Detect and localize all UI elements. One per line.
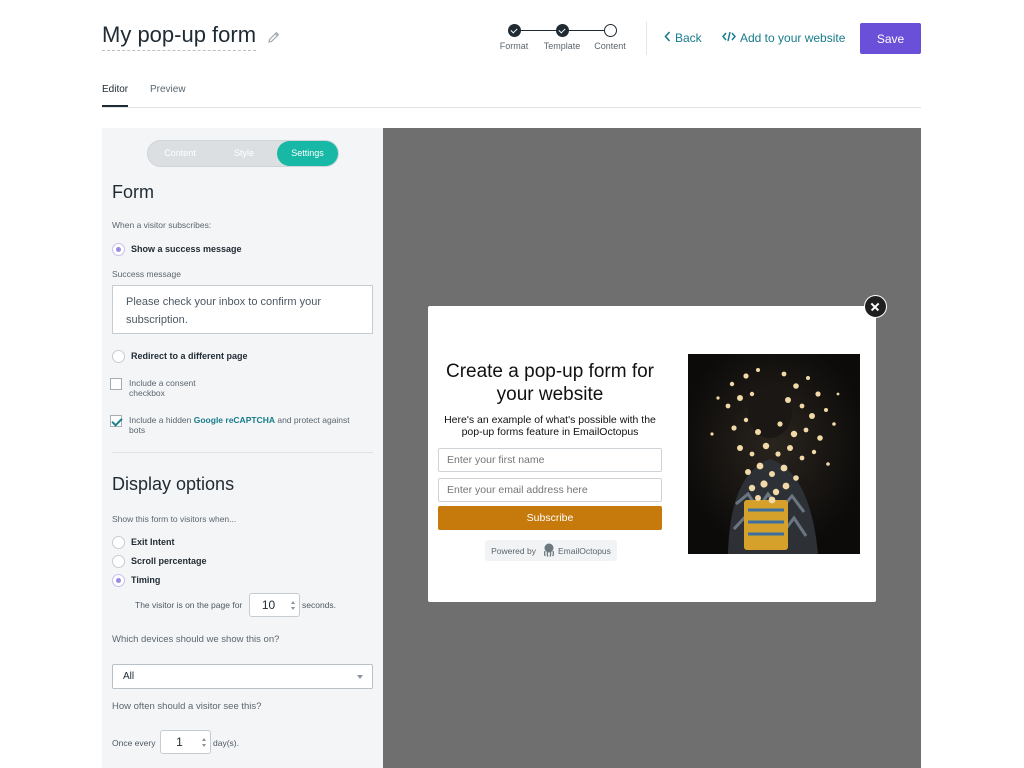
tab-preview[interactable]: Preview (150, 84, 186, 107)
step-connector (567, 30, 609, 31)
consent-label: Include a consent checkbox (129, 378, 196, 398)
title-wrap: My pop-up form (102, 21, 280, 51)
segment-content[interactable]: Content (148, 141, 212, 166)
check-icon (555, 24, 569, 37)
consent-checkbox-row[interactable]: Include a consent checkbox (110, 378, 219, 398)
stepper-value: 10 (261, 598, 276, 612)
radio-exit-intent[interactable]: Exit Intent (112, 536, 175, 549)
tab-editor[interactable]: Editor (102, 84, 129, 107)
devices-select-value: All (123, 671, 135, 682)
timing-suffix: seconds. (302, 600, 337, 610)
popup-subtitle: Here's an example of what's possible wit… (444, 414, 656, 438)
once-every-suffix: day(s). (213, 738, 239, 748)
radio-label: Exit Intent (131, 537, 175, 547)
circle-icon (603, 24, 617, 37)
radio-show-success[interactable]: Show a success message (112, 243, 242, 256)
editor-tabs: Editor Preview (102, 84, 921, 108)
recaptcha-label: Include a hidden Google reCAPTCHA and pr… (129, 415, 359, 435)
save-button[interactable]: Save (860, 23, 921, 54)
step-label: Template (543, 41, 581, 51)
recaptcha-checkbox[interactable] (110, 415, 122, 427)
radio-label: Scroll percentage (131, 556, 207, 566)
progress-stepper: Format Template Content (498, 24, 630, 56)
back-label: Back (675, 31, 702, 45)
popup-form: Create a pop-up form for your website He… (428, 306, 876, 602)
section-divider (112, 452, 373, 453)
success-message-label: Success message (112, 269, 181, 279)
step-label: Format (499, 41, 529, 51)
radio-redirect[interactable]: Redirect to a different page (112, 350, 248, 363)
chevron-left-icon (664, 31, 671, 45)
segment-style[interactable]: Style (212, 141, 276, 166)
devices-select[interactable]: All (112, 664, 373, 689)
radio-label: Show a success message (131, 244, 242, 254)
step-connector (519, 30, 561, 31)
email-input[interactable] (438, 478, 662, 502)
radio-unselected-icon[interactable] (112, 536, 125, 549)
step-label: Content (594, 41, 626, 51)
recaptcha-link[interactable]: Google reCAPTCHA (194, 415, 275, 425)
panel-segmented-control: Content Style Settings (147, 140, 339, 167)
radio-scroll-percentage[interactable]: Scroll percentage (112, 555, 207, 568)
frequency-label: How often should a visitor see this? (112, 701, 262, 712)
radio-label: Timing (131, 575, 161, 585)
show-when-label: Show this form to visitors when... (112, 514, 237, 524)
first-name-input[interactable] (438, 448, 662, 472)
form-heading: Form (112, 182, 154, 202)
settings-panel: Content Style Settings Form When a visit… (102, 128, 383, 768)
radio-timing[interactable]: Timing (112, 574, 160, 587)
stepper-arrows-icon[interactable] (287, 600, 299, 610)
page-title[interactable]: My pop-up form (102, 21, 257, 51)
check-icon (507, 24, 521, 37)
add-to-website-label: Add to your website (740, 31, 846, 45)
timing-seconds-stepper[interactable]: 10 (249, 593, 300, 617)
subscribe-button[interactable]: Subscribe (438, 506, 662, 530)
back-link[interactable]: Back (664, 31, 702, 45)
success-message-textarea[interactable]: Please check your inbox to confirm your … (112, 285, 373, 334)
caret-down-icon (357, 675, 363, 679)
consent-checkbox[interactable] (110, 378, 122, 390)
close-icon[interactable] (864, 295, 887, 318)
recaptcha-text-pre: Include a hidden (129, 415, 194, 425)
popup-title: Create a pop-up form for your website (445, 361, 655, 405)
popcorn-photo (688, 354, 860, 554)
popup-preview-canvas: Create a pop-up form for your website He… (383, 128, 921, 768)
radio-unselected-icon[interactable] (112, 350, 125, 363)
step-template[interactable]: Template (537, 24, 587, 51)
devices-label: Which devices should we show this on? (112, 634, 280, 645)
powered-by-badge[interactable]: Powered by EmailOctopus (485, 540, 617, 561)
frequency-days-stepper[interactable]: 1 (160, 730, 211, 754)
once-every-prefix: Once every (112, 738, 156, 748)
radio-unselected-icon[interactable] (112, 555, 125, 568)
add-to-website-link[interactable]: Add to your website (722, 31, 845, 45)
stepper-value: 1 (176, 735, 183, 749)
brand-name: EmailOctopus (557, 545, 611, 556)
timing-prefix: The visitor is on the page for (135, 600, 243, 610)
segment-settings[interactable]: Settings (277, 141, 338, 166)
header-divider (646, 22, 647, 55)
pencil-icon[interactable] (268, 30, 280, 43)
radio-selected-icon[interactable] (112, 243, 125, 256)
step-format[interactable]: Format (489, 24, 539, 51)
octopus-logo-icon (543, 543, 555, 559)
stepper-arrows-icon[interactable] (198, 737, 210, 747)
subscribe-label: When a visitor subscribes: (112, 220, 212, 230)
recaptcha-checkbox-row[interactable]: Include a hidden Google reCAPTCHA and pr… (110, 415, 359, 435)
display-options-heading: Display options (112, 474, 235, 494)
code-icon (722, 31, 736, 45)
powered-by-label: Powered by (491, 545, 536, 556)
radio-selected-icon[interactable] (112, 574, 125, 587)
radio-label: Redirect to a different page (131, 351, 248, 361)
step-content[interactable]: Content (585, 24, 635, 51)
